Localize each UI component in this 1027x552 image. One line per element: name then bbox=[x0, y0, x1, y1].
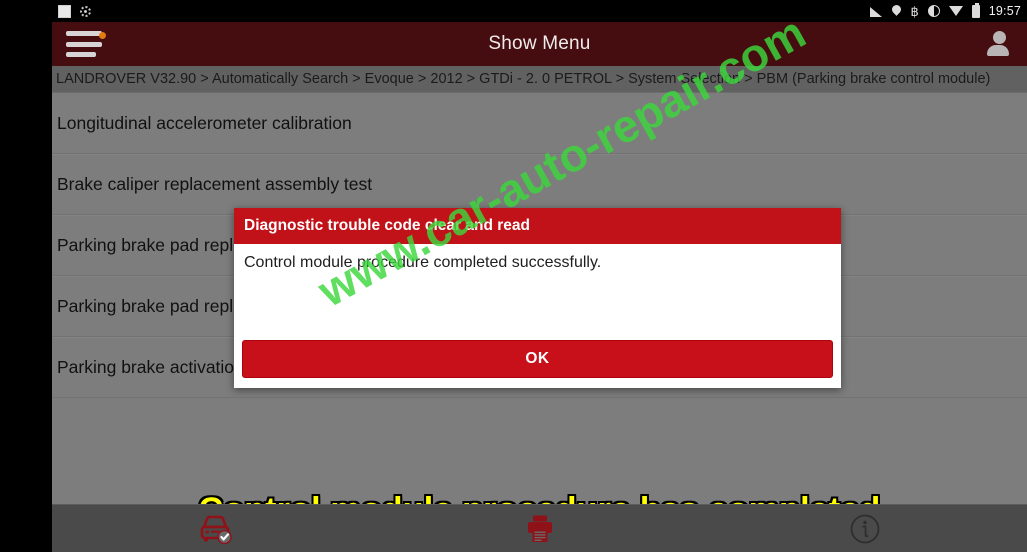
device-screen: ฿ 19:57 Show Menu LANDROVER V32.90 > Aut… bbox=[0, 0, 1027, 552]
status-bar-left-icons bbox=[58, 4, 92, 18]
printer-icon bbox=[527, 515, 552, 542]
avatar-head bbox=[992, 31, 1006, 44]
page-title: Show Menu bbox=[488, 33, 591, 54]
info-button[interactable] bbox=[702, 505, 1027, 552]
bottom-toolbar bbox=[52, 504, 1027, 552]
hamburger-menu-icon[interactable] bbox=[66, 31, 102, 57]
list-item-label: Longitudinal accelerometer calibration bbox=[57, 112, 352, 133]
screenshot-square-icon bbox=[58, 4, 71, 18]
bluetooth-icon: ฿ bbox=[910, 3, 919, 19]
hamburger-bar bbox=[66, 52, 96, 57]
list-item-label: Parking brake activation bbox=[57, 357, 244, 377]
location-pin-icon bbox=[892, 5, 901, 18]
list-item[interactable]: Longitudinal accelerometer calibration bbox=[52, 93, 1027, 154]
wifi-icon bbox=[948, 6, 963, 16]
dialog-title: Diagnostic trouble code clear and read bbox=[234, 208, 841, 244]
breadcrumb: LANDROVER V32.90 > Automatically Search … bbox=[52, 66, 1027, 93]
android-status-bar: ฿ 19:57 bbox=[0, 0, 1027, 22]
diagnostic-app-window: Show Menu LANDROVER V32.90 > Automatical… bbox=[52, 22, 1027, 552]
status-bar-clock: 19:57 bbox=[988, 4, 1021, 18]
battery-icon bbox=[971, 2, 980, 18]
dialog-footer: OK bbox=[234, 332, 841, 388]
hamburger-bar bbox=[66, 41, 102, 47]
list-item[interactable]: Brake caliper replacement assembly test bbox=[52, 154, 1027, 215]
signal-cast-icon bbox=[870, 6, 883, 17]
modal-dialog: Diagnostic trouble code clear and read C… bbox=[234, 208, 841, 388]
status-bar-right-icons: ฿ 19:57 bbox=[870, 0, 1021, 22]
cast-screen-icon bbox=[79, 5, 92, 18]
print-button[interactable] bbox=[377, 505, 702, 552]
info-icon bbox=[850, 514, 879, 543]
menu-notification-badge bbox=[99, 32, 106, 39]
contrast-icon bbox=[927, 5, 940, 17]
avatar-body bbox=[987, 45, 1009, 56]
user-avatar-icon[interactable] bbox=[987, 31, 1011, 57]
vehicle-check-icon bbox=[200, 515, 232, 544]
hamburger-bar bbox=[66, 31, 102, 36]
ok-button[interactable]: OK bbox=[242, 340, 833, 378]
app-title-bar: Show Menu bbox=[52, 22, 1027, 66]
vehicle-check-button[interactable] bbox=[52, 505, 377, 552]
list-item-label: Brake caliper replacement assembly test bbox=[57, 174, 373, 194]
dialog-message: Control module procedure completed succe… bbox=[234, 244, 841, 332]
